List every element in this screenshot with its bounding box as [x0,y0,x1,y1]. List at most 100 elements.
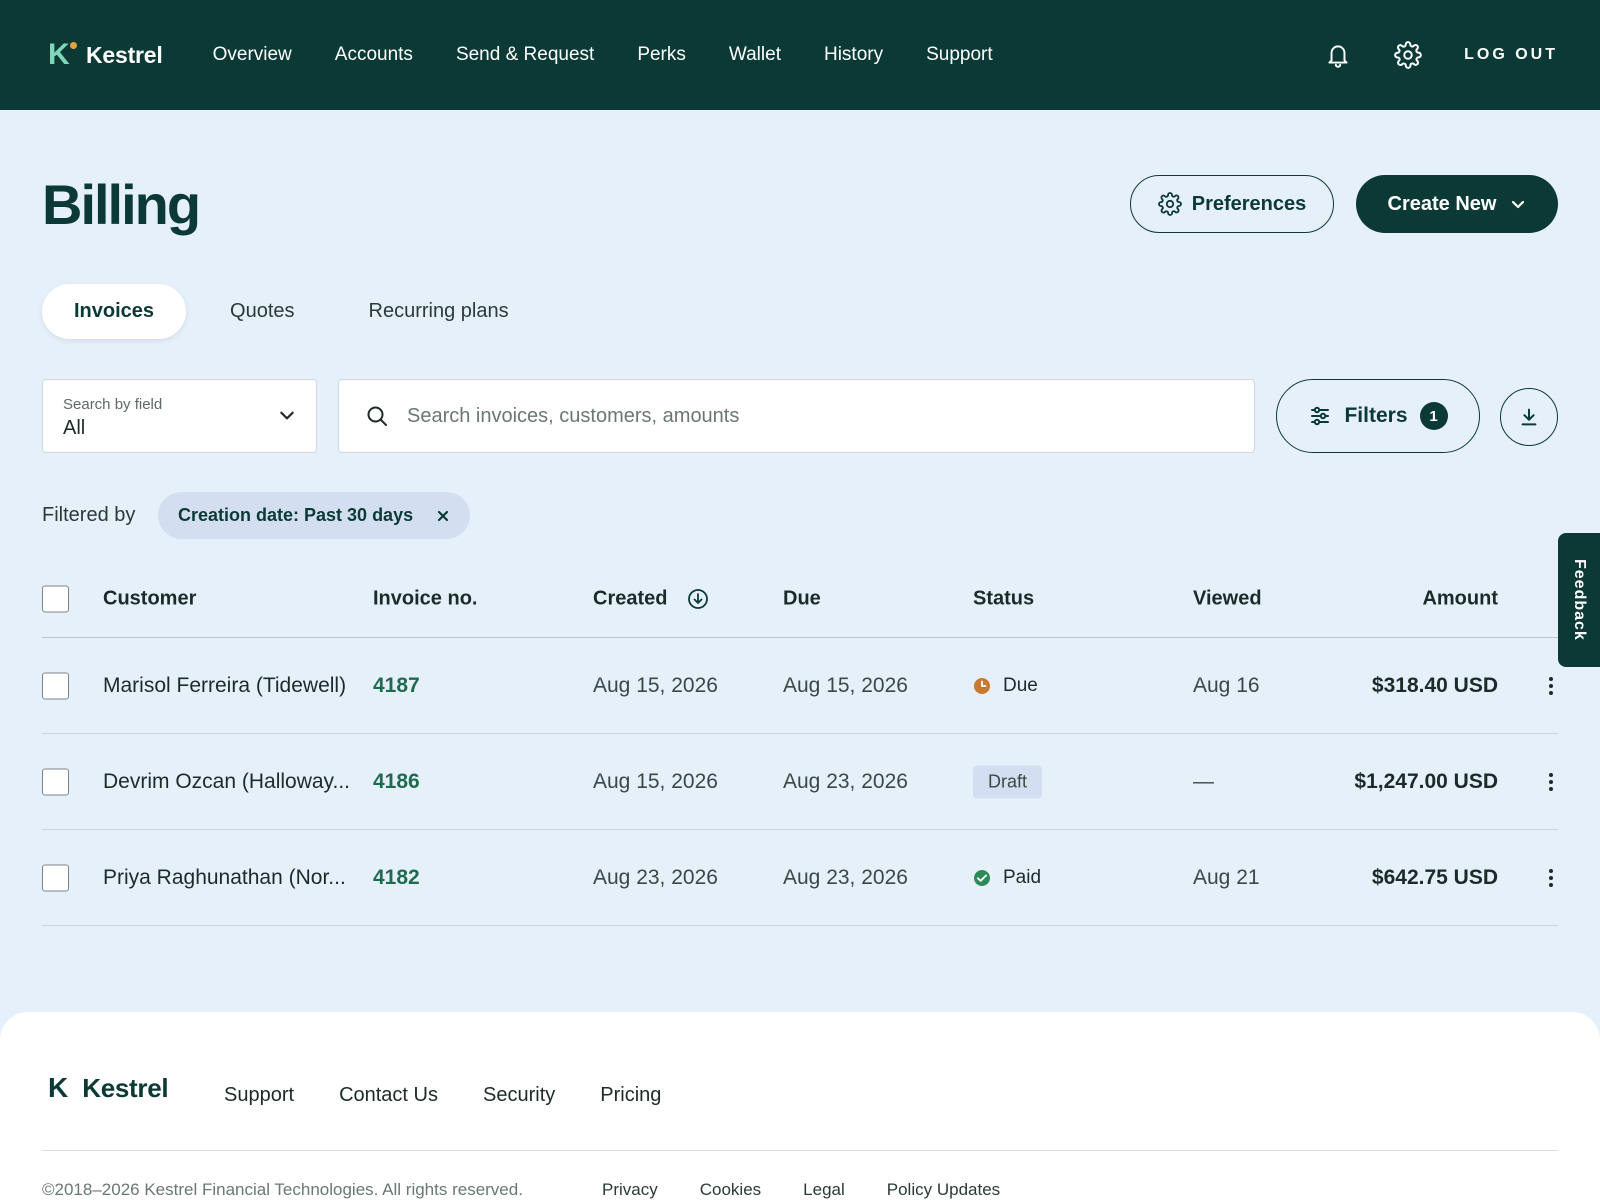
row-amount: $318.40 USD [1371,673,1498,697]
brand-logo[interactable]: K Kestrel [48,38,163,71]
row-customer: Priya Raghunathan (Nor... [103,865,346,889]
filtered-by-label: Filtered by [42,504,136,526]
download-button[interactable] [1500,388,1558,446]
bell-icon[interactable] [1324,41,1352,69]
clock-icon [973,677,991,695]
footer-divider [42,1150,1558,1151]
invoices-table: Customer Invoice no. Created Due Status … [42,560,1558,926]
row-customer: Marisol Ferreira (Tidewell) [103,673,347,697]
more-options-icon[interactable] [1548,772,1554,792]
check-circle-icon [973,869,991,887]
table-row[interactable]: Priya Raghunathan (Nor... 4182 Aug 23, 2… [42,830,1558,926]
row-invoice-link[interactable]: 4187 [373,674,420,698]
row-checkbox[interactable] [42,864,69,891]
footer-brand-logo[interactable]: K Kestrel [48,1072,169,1104]
filter-chip: Creation date: Past 30 days [158,492,470,539]
tab-quotes[interactable]: Quotes [198,284,326,339]
row-due: Aug 23, 2026 [783,769,908,793]
header-invoice[interactable]: Invoice no. [373,587,477,610]
search-field-select[interactable]: Search by field All [42,379,317,453]
logo-mark: K [48,38,70,71]
row-amount: $1,247.00 USD [1354,769,1498,793]
filters-label: Filters [1344,404,1408,427]
footer-link-pricing[interactable]: Pricing [600,1084,661,1107]
nav-actions: LOG OUT [1324,41,1558,69]
header-status[interactable]: Status [973,587,1034,610]
preferences-label: Preferences [1191,192,1307,215]
row-viewed: Aug 16 [1193,673,1260,697]
create-new-button[interactable]: Create New [1356,175,1558,233]
footer-brand-name: Kestrel [82,1072,169,1103]
row-viewed: Aug 21 [1193,865,1260,889]
tab-recurring-plans[interactable]: Recurring plans [337,284,541,339]
tab-invoices[interactable]: Invoices [42,284,187,339]
footer-link-security[interactable]: Security [483,1084,555,1107]
kestrel-logo-icon: K [48,38,77,71]
header-amount[interactable]: Amount [1422,587,1498,610]
row-amount: $642.75 USD [1371,865,1498,889]
row-created: Aug 23, 2026 [593,865,718,889]
search-field-label: Search by field [63,396,163,413]
nav-accounts[interactable]: Accounts [335,44,413,66]
row-status: Due [973,675,1038,697]
footer-link-support[interactable]: Support [224,1084,294,1107]
more-options-icon[interactable] [1548,868,1554,888]
search-input[interactable] [407,404,1227,428]
more-options-icon[interactable] [1548,676,1554,696]
copyright: ©2018–2026 Kestrel Financial Technologie… [42,1180,523,1199]
footer-links: Support Contact Us Security Pricing [224,1084,661,1107]
footer-logo-mark: K [48,1072,69,1103]
create-new-label: Create New [1387,192,1497,215]
gear-icon [1157,192,1182,216]
legal-link-cookies[interactable]: Cookies [700,1180,761,1200]
feedback-label: Feedback [1571,559,1588,641]
nav-history[interactable]: History [824,44,883,66]
table-row[interactable]: Marisol Ferreira (Tidewell) 4187 Aug 15,… [42,638,1558,734]
legal-link-privacy[interactable]: Privacy [602,1180,658,1200]
top-nav: K Kestrel Overview Accounts Send & Reque… [0,0,1600,110]
nav-support[interactable]: Support [926,44,993,66]
close-icon[interactable] [436,509,450,523]
header-customer[interactable]: Customer [103,587,196,610]
row-customer: Devrim Ozcan (Halloway... [103,769,350,793]
nav-send-request[interactable]: Send & Request [456,44,594,66]
select-all-checkbox[interactable] [42,585,69,612]
row-invoice-link[interactable]: 4182 [373,866,420,890]
status-label: Paid [1003,866,1042,888]
filters-count-badge: 1 [1419,402,1448,430]
header-created[interactable]: Created [593,587,667,610]
footer: K Kestrel Support Contact Us Security Pr… [0,1012,1600,1200]
search-field-value: All [63,417,86,439]
logout-button[interactable]: LOG OUT [1464,46,1558,64]
row-checkbox[interactable] [42,768,69,795]
header-viewed[interactable]: Viewed [1193,587,1262,610]
row-status: Paid [973,867,1041,889]
filters-button[interactable]: Filters 1 [1276,379,1480,453]
nav-wallet[interactable]: Wallet [729,44,781,66]
main-nav: Overview Accounts Send & Request Perks W… [213,44,993,66]
search-box [338,379,1255,453]
footer-link-contact[interactable]: Contact Us [339,1084,438,1107]
sort-descending-icon[interactable] [686,587,710,611]
row-checkbox[interactable] [42,672,69,699]
header-due[interactable]: Due [783,587,821,610]
table-row[interactable]: Devrim Ozcan (Halloway... 4186 Aug 15, 2… [42,734,1558,830]
row-created: Aug 15, 2026 [593,769,718,793]
page-title: Billing [42,173,201,236]
legal-link-legal[interactable]: Legal [803,1180,845,1200]
brand-name: Kestrel [86,41,163,68]
feedback-tab[interactable]: Feedback [1558,533,1600,667]
nav-overview[interactable]: Overview [213,44,292,66]
preferences-button[interactable]: Preferences [1130,175,1334,233]
download-icon [1518,406,1540,428]
status-label: Due [1003,674,1038,696]
table-header-row: Customer Invoice no. Created Due Status … [42,560,1558,638]
logo-dot [70,42,77,49]
nav-perks[interactable]: Perks [637,44,686,66]
chevron-down-icon [278,406,296,429]
row-invoice-link[interactable]: 4186 [373,770,420,794]
legal-link-policy-updates[interactable]: Policy Updates [887,1180,1000,1200]
filter-chip-label: Creation date: Past 30 days [178,505,414,525]
gear-icon[interactable] [1394,41,1422,69]
row-due: Aug 15, 2026 [783,673,908,697]
